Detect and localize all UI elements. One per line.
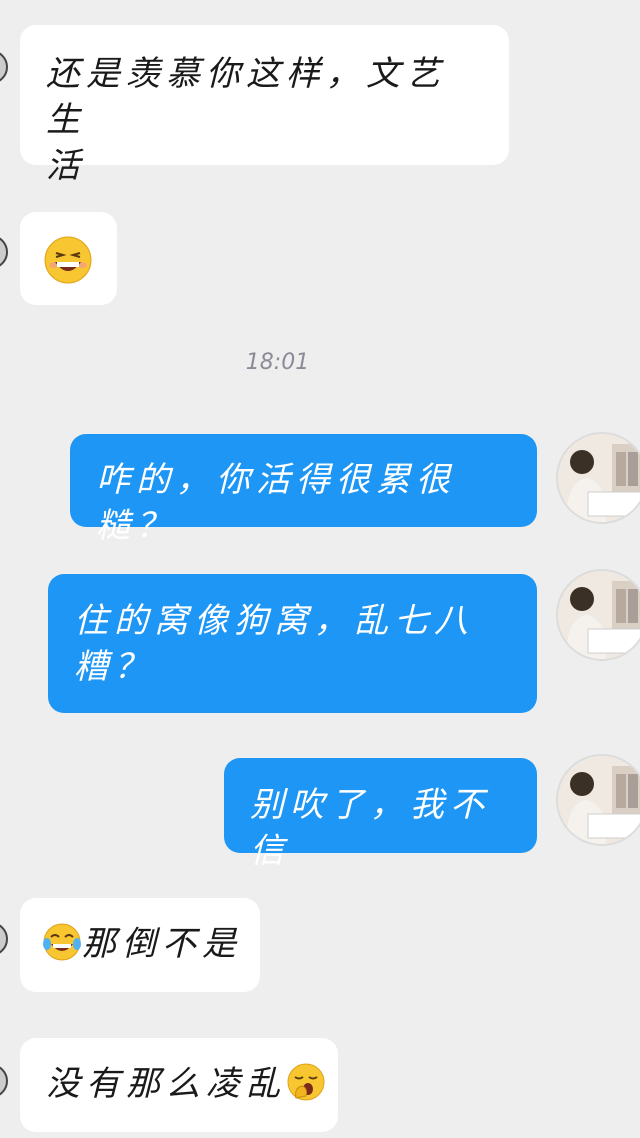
message-text: 没有那么凌乱 <box>46 1064 286 1104</box>
contact-avatar[interactable] <box>0 50 8 84</box>
user-avatar[interactable] <box>556 754 640 846</box>
yawning-emoji <box>287 1063 325 1101</box>
message-bubble-incoming[interactable]: 没有那么凌乱 <box>20 1038 338 1132</box>
user-avatar-photo <box>558 571 640 659</box>
message-bubble-outgoing[interactable]: 别吹了，我不信 <box>224 758 537 871</box>
user-avatar[interactable] <box>556 569 640 661</box>
message-text: 别吹了，我不信 <box>250 785 490 871</box>
user-avatar[interactable] <box>556 432 640 524</box>
timestamp: 18:01 <box>245 350 310 375</box>
message-text: 活 <box>46 146 86 186</box>
message-text: 咋的，你活得很累很糙？ <box>96 460 456 546</box>
message-text: 糟？ <box>74 647 154 687</box>
message-bubble-incoming[interactable]: 那倒不是 <box>20 898 260 992</box>
contact-avatar[interactable] <box>0 922 8 956</box>
message-bubble-incoming[interactable] <box>20 212 117 305</box>
user-avatar-photo <box>558 434 640 522</box>
message-text: 那倒不是 <box>82 924 242 964</box>
message-bubble-outgoing[interactable]: 住的窝像狗窝，乱七八 糟？ <box>48 574 537 713</box>
message-text: 住的窝像狗窝，乱七八 <box>74 601 474 641</box>
grinning-sweat-emoji <box>44 236 92 284</box>
contact-avatar[interactable] <box>0 1064 8 1098</box>
message-text: 还是羡慕你这样，文艺生 <box>46 54 446 140</box>
tears-of-joy-emoji <box>43 923 81 961</box>
message-bubble-outgoing[interactable]: 咋的，你活得很累很糙？ <box>70 434 537 546</box>
user-avatar-photo <box>558 756 640 844</box>
message-bubble-incoming[interactable]: 还是羡慕你这样，文艺生 活 <box>20 25 509 186</box>
contact-avatar[interactable] <box>0 235 8 269</box>
